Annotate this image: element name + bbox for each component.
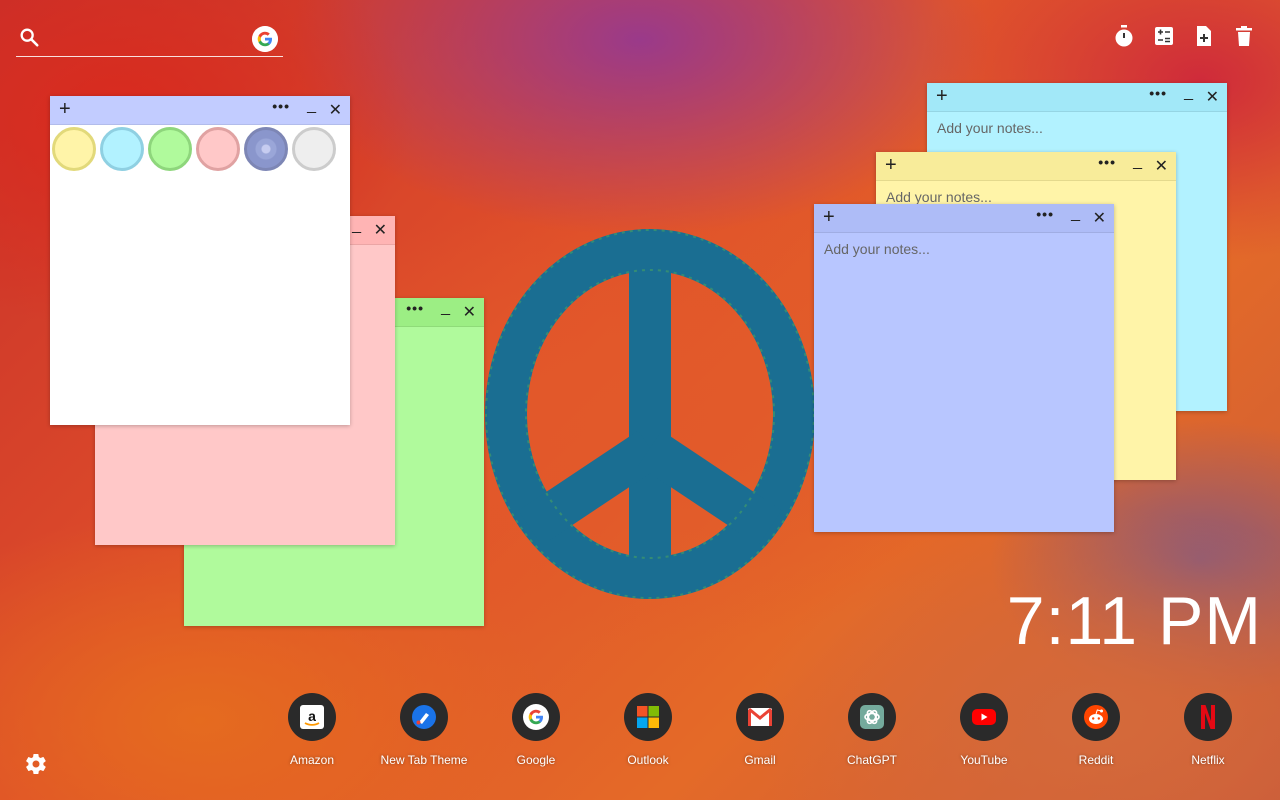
top-toolbar xyxy=(1112,24,1256,48)
shortcut-amazon[interactable]: a Amazon xyxy=(256,693,368,767)
shortcut-google[interactable]: Google xyxy=(480,693,592,767)
shortcut-netflix[interactable]: Netflix xyxy=(1152,693,1264,767)
shortcut-label: Outlook xyxy=(627,753,669,767)
youtube-icon xyxy=(960,693,1008,741)
close-icon[interactable]: ✕ xyxy=(463,302,476,322)
close-icon[interactable]: ✕ xyxy=(1155,156,1168,176)
google-icon xyxy=(512,693,560,741)
color-swatch-pink[interactable] xyxy=(196,127,240,171)
clock: 7:11 PM xyxy=(1006,583,1262,659)
close-icon[interactable]: ✕ xyxy=(1206,87,1219,107)
outlook-icon xyxy=(624,693,672,741)
minimize-icon[interactable]: _ xyxy=(352,217,361,235)
reddit-icon xyxy=(1072,693,1120,741)
note-header: + ••• _ ✕ xyxy=(50,96,350,125)
color-swatch-green[interactable] xyxy=(148,127,192,171)
shortcut-chatgpt[interactable]: ChatGPT xyxy=(816,693,928,767)
minimize-icon[interactable]: _ xyxy=(307,97,316,115)
shortcut-label: YouTube xyxy=(960,753,1008,767)
peace-sign-artwork xyxy=(485,229,815,599)
shortcut-reddit[interactable]: Reddit xyxy=(1040,693,1152,767)
more-options-icon[interactable]: ••• xyxy=(1036,206,1054,222)
add-note-button[interactable]: + xyxy=(823,207,835,227)
search-bar xyxy=(16,22,283,57)
color-swatch-cyan[interactable] xyxy=(100,127,144,171)
minimize-icon[interactable]: _ xyxy=(441,299,450,317)
color-swatch-yellow[interactable] xyxy=(52,127,96,171)
shortcut-label: Amazon xyxy=(289,753,335,767)
add-note-button[interactable]: + xyxy=(936,86,948,106)
close-icon[interactable]: ✕ xyxy=(1093,208,1106,228)
more-options-icon[interactable]: ••• xyxy=(1098,154,1116,170)
shortcut-label: Reddit xyxy=(1078,753,1114,767)
new-tab-theme-icon xyxy=(400,693,448,741)
amazon-icon: a xyxy=(288,693,336,741)
trash-icon[interactable] xyxy=(1232,24,1256,48)
more-options-icon[interactable]: ••• xyxy=(1149,85,1167,101)
search-icon[interactable] xyxy=(18,26,40,48)
close-icon[interactable]: ✕ xyxy=(329,100,342,120)
chatgpt-icon xyxy=(848,693,896,741)
add-note-button[interactable]: + xyxy=(885,155,897,175)
minimize-icon[interactable]: _ xyxy=(1071,205,1080,223)
calculator-icon[interactable] xyxy=(1152,24,1176,48)
shortcut-label: Google xyxy=(516,753,556,767)
shortcut-label: Netflix xyxy=(1191,753,1225,767)
add-note-icon[interactable] xyxy=(1192,24,1216,48)
shortcut-label: New Tab Theme xyxy=(380,753,468,767)
add-note-button[interactable]: + xyxy=(59,99,71,119)
sticky-note-blue: + ••• _ ✕ xyxy=(814,204,1114,532)
timer-icon[interactable] xyxy=(1112,24,1136,48)
note-textarea[interactable] xyxy=(814,233,1114,532)
shortcut-outlook[interactable]: Outlook xyxy=(592,693,704,767)
minimize-icon[interactable]: _ xyxy=(1133,153,1142,171)
netflix-icon xyxy=(1184,693,1232,741)
more-options-icon[interactable]: ••• xyxy=(272,98,290,114)
more-options-icon[interactable]: ••• xyxy=(406,300,424,316)
sticky-note-white: + ••• _ ✕ xyxy=(50,96,350,425)
note-header: + ••• _ ✕ xyxy=(876,152,1176,181)
gmail-icon xyxy=(736,693,784,741)
shortcut-youtube[interactable]: YouTube xyxy=(928,693,1040,767)
color-swatch-purple[interactable] xyxy=(244,127,288,171)
search-input[interactable] xyxy=(52,24,256,54)
color-palette xyxy=(50,125,350,171)
close-icon[interactable]: ✕ xyxy=(374,220,387,240)
color-swatch-gray[interactable] xyxy=(292,127,336,171)
svg-text:a: a xyxy=(308,708,316,724)
gear-icon[interactable] xyxy=(24,752,48,776)
shortcut-bar: a Amazon New Tab Theme Google Outlook Gm… xyxy=(256,693,1264,767)
minimize-icon[interactable]: _ xyxy=(1184,84,1193,102)
shortcut-label: ChatGPT xyxy=(846,753,897,767)
shortcut-new-tab-theme[interactable]: New Tab Theme xyxy=(368,693,480,767)
google-icon[interactable] xyxy=(252,26,278,52)
note-header: + ••• _ ✕ xyxy=(927,83,1227,112)
shortcut-gmail[interactable]: Gmail xyxy=(704,693,816,767)
shortcut-label: Gmail xyxy=(744,753,776,767)
note-header: + ••• _ ✕ xyxy=(814,204,1114,233)
